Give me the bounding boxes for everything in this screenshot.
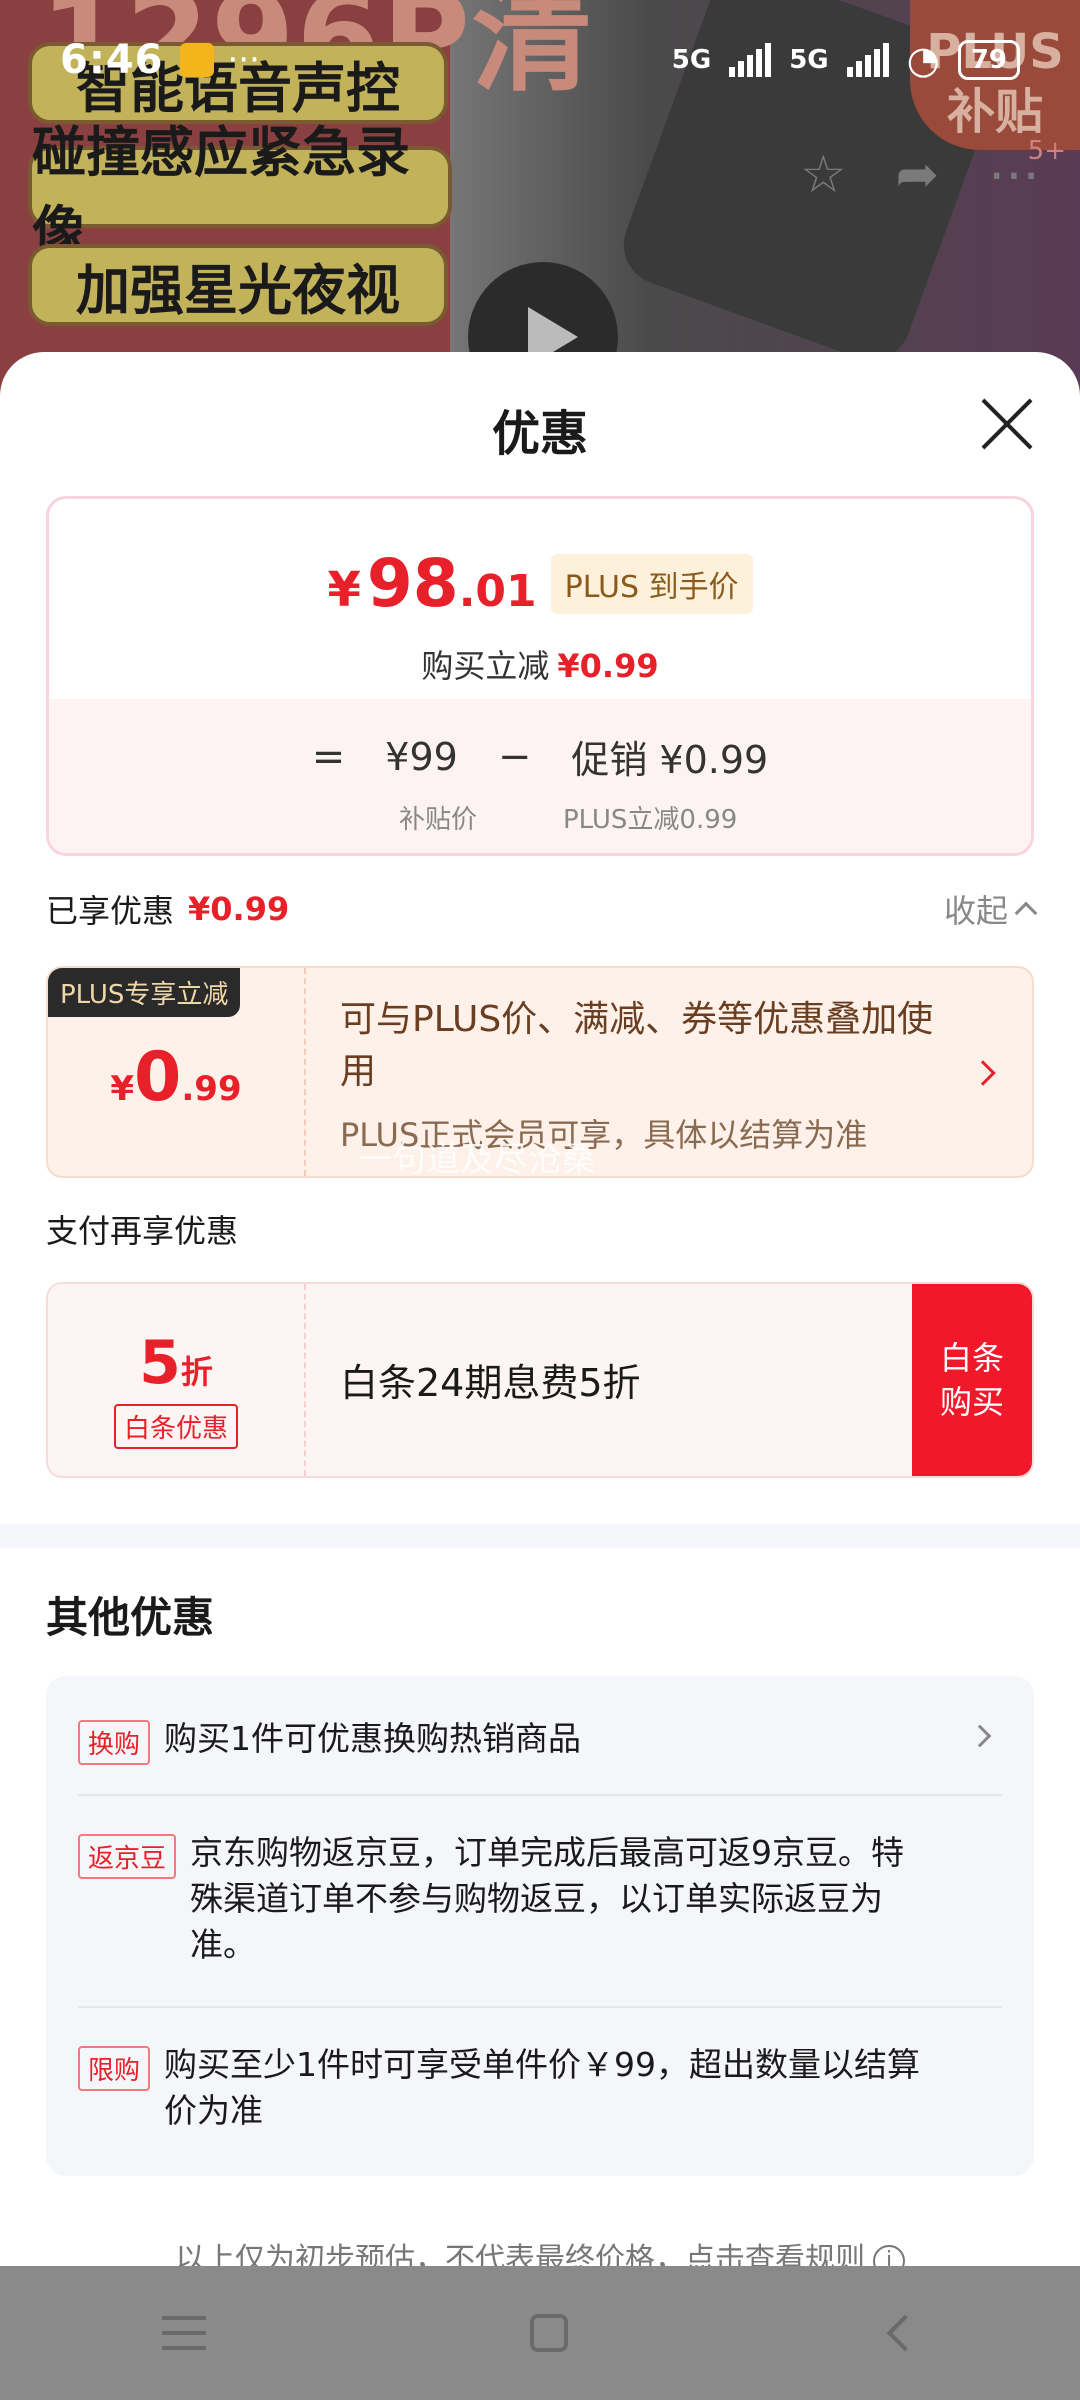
price-currency: ¥	[327, 562, 361, 618]
amount-decimal: .99	[181, 1069, 242, 1109]
estimate-disclaimer[interactable]: 以上仅为初步预估，不代表最终价格，点击查看规则 i	[0, 2234, 1080, 2267]
section-divider	[0, 1524, 1080, 1548]
baitiao-offer-card: 5折 白条优惠 白条24期息费5折 白条购买	[46, 1282, 1034, 1478]
collapse-label: 收起	[943, 892, 1008, 930]
subsidy-price-caption: 补贴价	[399, 805, 478, 835]
more-icon[interactable]: ⋯	[988, 145, 1040, 205]
signal-icon	[846, 43, 889, 77]
baitiao-tag: 白条优惠	[114, 1404, 239, 1449]
wifi-icon: ◔	[906, 38, 940, 82]
network-label: 5G	[789, 45, 829, 75]
collapse-toggle[interactable]: 收起	[943, 886, 1038, 932]
amount-currency: ¥	[110, 1069, 135, 1109]
list-item[interactable]: 换购 购买1件可优惠换购热销商品	[78, 1716, 1002, 1765]
offer-tag: 换购	[78, 1720, 151, 1765]
offer-text: 购买至少1件时可享受单件价￥99，超出数量以结算价为准	[164, 2045, 921, 2130]
info-icon[interactable]: i	[873, 2244, 905, 2267]
status-time: 6:46	[60, 37, 164, 83]
close-icon[interactable]	[978, 396, 1034, 452]
discount-sheet: 优惠 ¥ 98 .01 PLUS 到手价 购买立减 ¥0.99 = ¥99 − 促…	[0, 352, 1080, 2267]
plus-discount-amount: ¥0.99	[48, 1038, 304, 1117]
plus-exclusive-tag: PLUS专享立减	[48, 968, 241, 1017]
plus-discount-description: 可与PLUS价、满减、券等优惠叠加使用	[340, 999, 934, 1092]
system-navigation-bar	[0, 2266, 1080, 2400]
notification-icon	[179, 43, 214, 77]
plus-discount-card[interactable]: PLUS专享立减 ¥0.99 可与PLUS价、满减、券等优惠叠加使用 PLUS正…	[46, 966, 1034, 1178]
share-icon[interactable]: ➦	[896, 145, 940, 205]
plus-price-tag: PLUS 到手价	[550, 553, 753, 614]
baitiao-description: 白条24期息费5折	[340, 1361, 641, 1405]
price-integer: 98	[366, 545, 459, 622]
watermark-text: 一句道及尽沧桑	[358, 1140, 596, 1178]
list-item: 限购 购买至少1件时可享受单件价￥99，超出数量以结算价为准	[78, 2042, 1002, 2134]
price-breakdown: = ¥99 − 促销 ¥0.99 补贴价 PLUS立减0.99	[49, 699, 1031, 853]
price-summary-card: ¥ 98 .01 PLUS 到手价 购买立减 ¥0.99 = ¥99 − 促销 ¥…	[46, 496, 1034, 856]
network-label: 5G	[671, 45, 712, 75]
more-notifications-icon: ···	[227, 40, 260, 80]
minus-sign: −	[497, 733, 532, 780]
sheet-title: 优惠	[491, 406, 588, 462]
baitiao-buy-button[interactable]: 白条购买	[912, 1284, 1032, 1476]
chevron-up-icon	[1014, 901, 1038, 925]
instant-discount-label: 购买立减	[421, 647, 550, 685]
payment-offers-title: 支付再享优惠	[46, 1212, 239, 1250]
offer-tag: 限购	[78, 2046, 151, 2091]
amount-integer: 0	[134, 1038, 182, 1117]
other-offers-title: 其他优惠	[46, 1593, 215, 1642]
subsidy-price: ¥99	[385, 734, 458, 779]
enjoyed-amount: ¥0.99	[188, 890, 290, 928]
offer-text: 京东购物返京豆，订单完成后最高可返9京豆。特殊渠道订单不参与购物返豆，以订单实际…	[190, 1833, 905, 1964]
equals-sign: =	[311, 733, 346, 780]
banner-feature-pill: 加强星光夜视	[28, 244, 448, 326]
list-divider	[78, 2006, 1002, 2008]
baitiao-discount: 5折	[48, 1328, 304, 1398]
status-bar: 6:46 ··· 5G 5G ◔ 79	[60, 30, 1020, 90]
enjoyed-label: 已享优惠	[46, 892, 175, 930]
promo-amount: 促销 ¥0.99	[571, 738, 769, 782]
offer-tag: 返京豆	[78, 1834, 177, 1879]
final-price: ¥ 98 .01 PLUS 到手价	[49, 545, 1031, 622]
signal-icon	[729, 43, 772, 77]
price-decimal: .01	[458, 566, 537, 617]
list-item: 返京豆 京东购物返京豆，订单完成后最高可返9京豆。特殊渠道订单不参与购物返豆，以…	[78, 1830, 1002, 1968]
offer-text: 购买1件可优惠换购热销商品	[164, 1719, 582, 1758]
discount-number: 5	[139, 1328, 181, 1398]
product-actions: ☆ ➦ ⋯	[800, 140, 1040, 210]
chevron-right-icon	[968, 1724, 992, 1748]
banner-feature-pill: 碰撞感应紧急录像	[28, 121, 452, 263]
discount-unit: 折	[180, 1353, 213, 1391]
instant-discount-amount: ¥0.99	[557, 647, 659, 685]
star-icon[interactable]: ☆	[800, 145, 847, 205]
disclaimer-text: 以上仅为初步预估，不代表最终价格，点击查看规则	[175, 2242, 865, 2267]
list-divider	[78, 1794, 1002, 1796]
instant-discount: 购买立减 ¥0.99	[49, 641, 1031, 687]
home-icon[interactable]	[530, 2314, 568, 2352]
menu-icon[interactable]	[162, 2316, 206, 2350]
chevron-right-icon	[970, 1060, 996, 1086]
back-icon[interactable]	[886, 2314, 924, 2352]
other-offers-list: 换购 购买1件可优惠换购热销商品 返京豆 京东购物返京豆，订单完成后最高可返9京…	[46, 1676, 1034, 2176]
promo-caption: PLUS立减0.99	[563, 805, 738, 835]
battery-indicator: 79	[957, 40, 1020, 80]
enjoyed-discount-row: 已享优惠 ¥0.99 收起	[46, 886, 1038, 932]
